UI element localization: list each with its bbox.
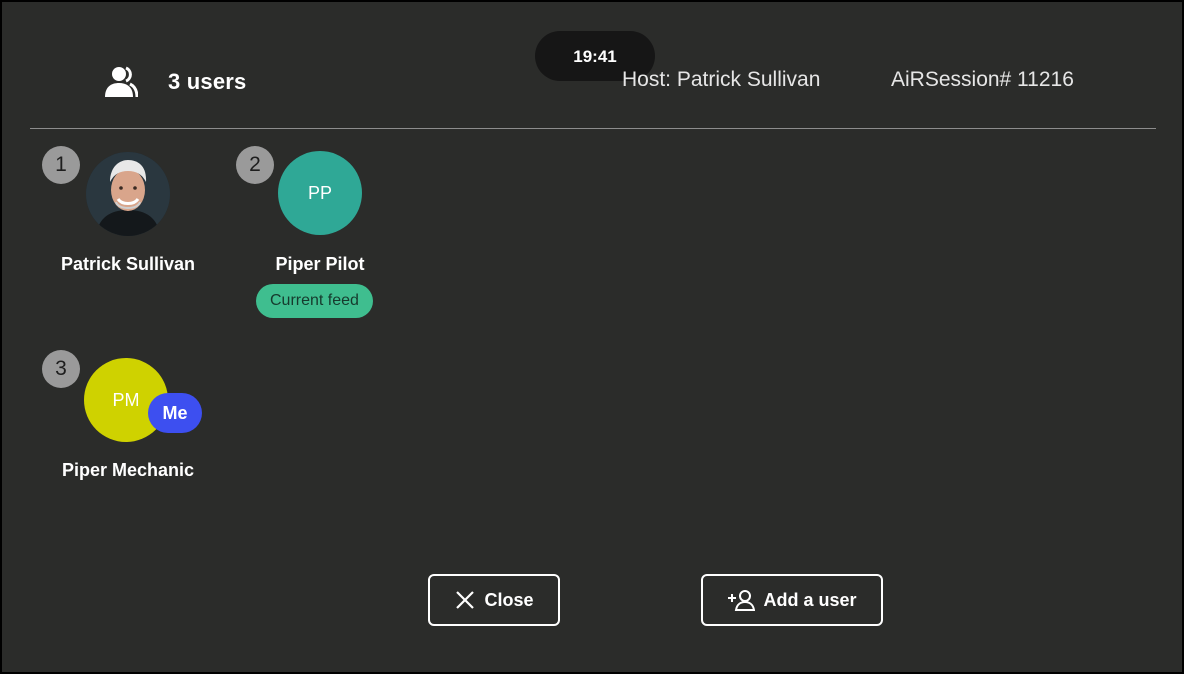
- add-user-icon: [728, 590, 756, 611]
- user-card-piper-mechanic[interactable]: 3 PM Me Piper Mechanic: [38, 350, 218, 530]
- close-button-label: Close: [484, 589, 534, 610]
- close-button[interactable]: Close: [428, 574, 560, 626]
- avatar-initials: PP: [278, 151, 362, 235]
- user-index-badge: 3: [42, 350, 80, 388]
- user-card-patrick-sullivan[interactable]: 1 Patrick Sullivan: [38, 146, 218, 326]
- me-badge: Me: [148, 393, 202, 433]
- avatar-photo: [86, 152, 170, 236]
- user-name: Piper Mechanic: [61, 460, 195, 480]
- users-count: 3 users: [168, 69, 247, 94]
- user-name: Piper Pilot: [275, 254, 365, 274]
- user-name: Patrick Sullivan: [60, 254, 196, 274]
- user-card-piper-pilot[interactable]: 2 PP Piper Pilot Current feed: [232, 146, 412, 326]
- users-group-icon: [102, 65, 139, 99]
- host-label: Host: Patrick Sullivan: [622, 68, 821, 91]
- users-panel: 19:41 3 users Host: Patrick Sullivan AiR…: [2, 2, 1182, 672]
- current-feed-badge: Current feed: [256, 284, 373, 318]
- header-divider: [30, 128, 1156, 129]
- user-index-badge: 1: [42, 146, 80, 184]
- session-id: AiRSession# 11216: [891, 68, 1074, 91]
- close-icon: [456, 591, 475, 609]
- add-user-button[interactable]: Add a user: [701, 574, 883, 626]
- user-index-badge: 2: [236, 146, 274, 184]
- add-user-button-label: Add a user: [763, 589, 857, 610]
- users-header: 3 users: [102, 64, 246, 100]
